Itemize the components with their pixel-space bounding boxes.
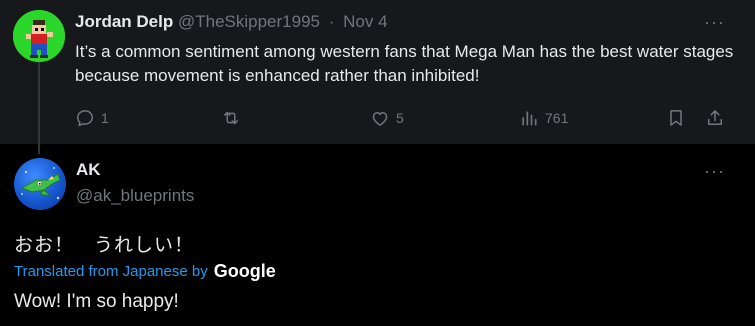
avatar[interactable]	[13, 10, 65, 62]
bookmark-icon	[670, 110, 682, 126]
views-icon	[522, 111, 537, 126]
share-button[interactable]	[705, 106, 725, 130]
avatar[interactable]	[14, 158, 66, 210]
post-text: It’s a common sentiment among western fa…	[75, 42, 734, 85]
like-button[interactable]: 5	[370, 106, 404, 130]
bookmark-button[interactable]	[666, 106, 686, 130]
author-handle[interactable]: @ak_blueprints	[76, 186, 194, 206]
like-count: 5	[396, 110, 404, 126]
translated-text: Wow! I'm so happy!	[14, 291, 179, 312]
reply-count: 1	[101, 110, 109, 126]
author-handle[interactable]: @TheSkipper1995	[178, 12, 320, 31]
post-date[interactable]: Nov 4	[343, 12, 387, 31]
green-dragon-avatar-icon	[20, 167, 61, 200]
thread-line	[38, 56, 40, 154]
separator: ·	[328, 12, 335, 31]
original-text: おお！ うれしい！	[14, 234, 195, 256]
views-button[interactable]: 761	[519, 106, 568, 130]
author-name[interactable]: Jordan Delp	[75, 12, 173, 31]
more-icon[interactable]: ···	[704, 162, 724, 185]
action-bar: 1 5 761	[75, 106, 735, 130]
share-icon	[708, 110, 722, 125]
post-header: Jordan Delp @TheSkipper1995 · Nov 4	[75, 12, 388, 32]
like-icon	[372, 112, 388, 126]
more-icon[interactable]: ···	[704, 13, 724, 36]
reply-button[interactable]: 1	[75, 106, 109, 130]
author-name[interactable]: AK	[76, 160, 101, 180]
repost-icon	[224, 111, 238, 125]
translation-attribution[interactable]: Translated from Japanese by Google	[14, 261, 276, 282]
google-logo: Google	[213, 261, 276, 281]
view-count: 761	[545, 110, 569, 126]
repost-button[interactable]	[221, 106, 247, 130]
reply-icon	[77, 110, 93, 127]
pixel-character-avatar-icon	[13, 10, 65, 62]
translated-from-label[interactable]: Translated from Japanese by	[14, 263, 208, 280]
